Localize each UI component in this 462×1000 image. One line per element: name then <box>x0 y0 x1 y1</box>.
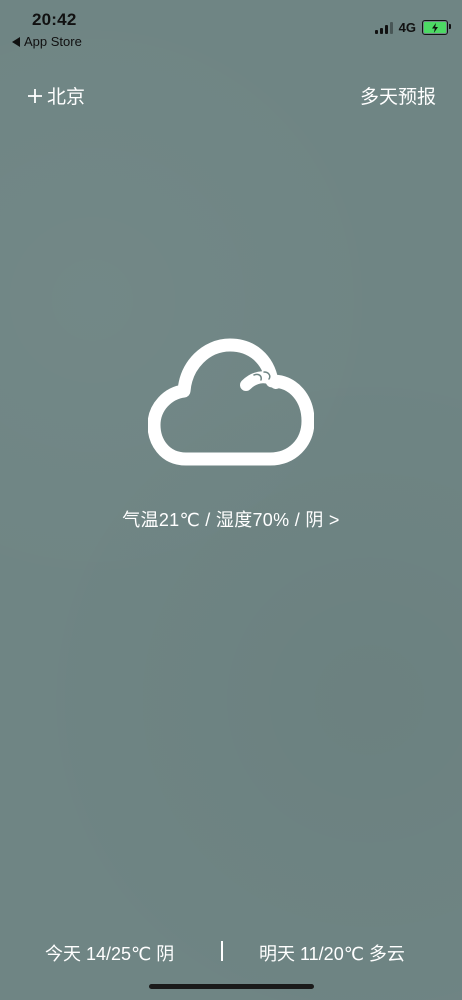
home-indicator[interactable] <box>149 984 314 989</box>
network-type: 4G <box>398 20 416 35</box>
status-time: 20:42 <box>32 10 77 29</box>
plus-icon <box>28 88 42 103</box>
status-bar: 20:42 App Store 4G <box>0 0 462 56</box>
back-to-app-link[interactable]: App Store <box>12 34 82 49</box>
top-nav: 北京 多天预报 <box>0 82 462 110</box>
cloud-icon <box>148 338 314 466</box>
charging-bolt-icon <box>432 22 438 33</box>
multi-day-forecast-button[interactable]: 多天预报 <box>360 82 436 109</box>
back-arrow-icon <box>12 36 20 47</box>
battery-icon <box>422 20 451 35</box>
status-indicators: 4G <box>374 20 451 35</box>
bottom-forecast: 今天 14/25℃ 阴 明天 11/20℃ 多云 <box>0 940 462 968</box>
weather-summary-link[interactable]: 气温21℃ / 湿度70% / 阴 > <box>0 506 462 532</box>
signal-icon <box>374 21 393 34</box>
city-name: 北京 <box>47 87 86 108</box>
today-forecast: 今天 14/25℃ 阴 <box>45 944 175 964</box>
forecast-divider <box>221 941 223 961</box>
add-city-button[interactable]: 北京 <box>27 82 85 109</box>
background-texture <box>0 0 462 1000</box>
back-app-label: App Store <box>24 34 82 49</box>
tomorrow-forecast: 明天 11/20℃ 多云 <box>259 944 405 964</box>
